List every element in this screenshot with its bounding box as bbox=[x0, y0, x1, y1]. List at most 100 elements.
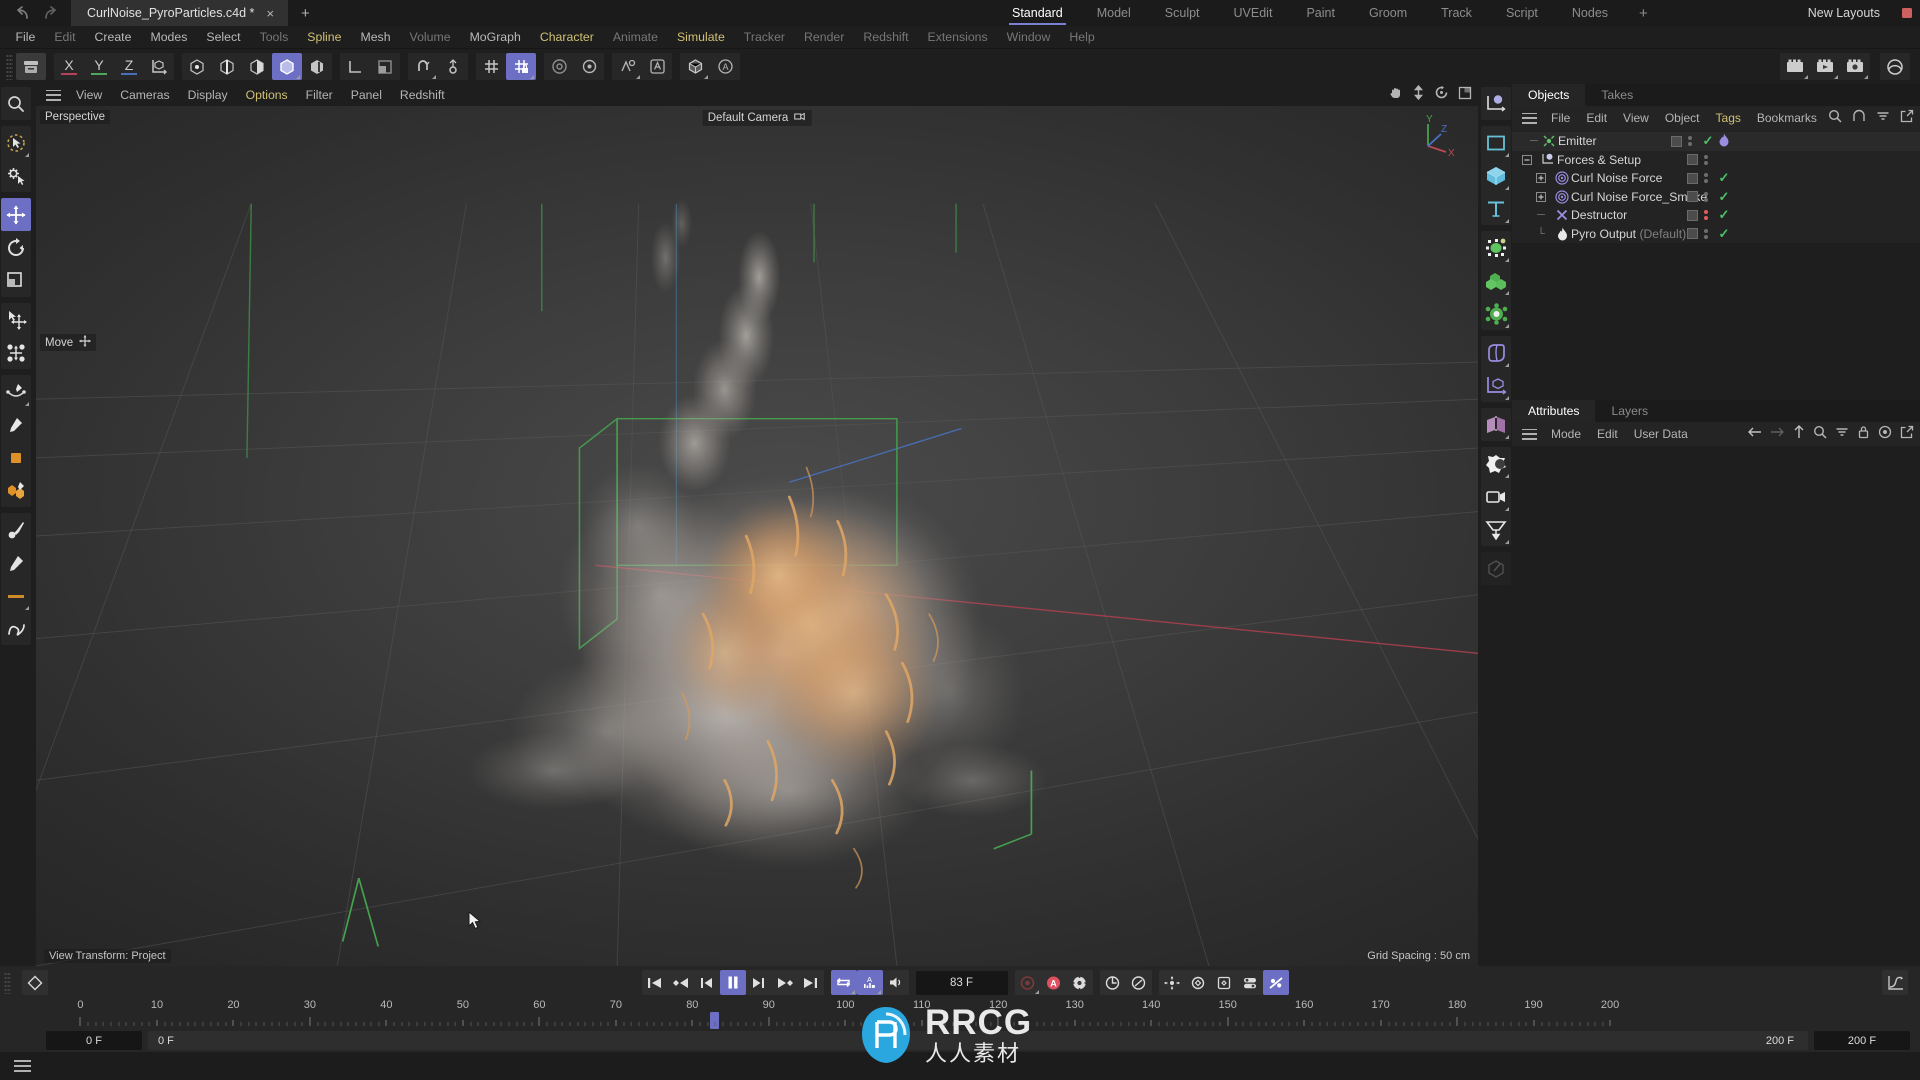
viewport-menu-panel[interactable]: Panel bbox=[342, 84, 391, 106]
scale-tool-icon[interactable] bbox=[1, 264, 31, 297]
visibility-dots-icon[interactable] bbox=[1704, 210, 1708, 221]
objects-hamburger-icon[interactable] bbox=[1522, 112, 1537, 124]
expander-plus-icon[interactable] bbox=[1534, 191, 1548, 202]
render-region-icon[interactable] bbox=[1810, 53, 1840, 80]
deformer-icon[interactable] bbox=[574, 53, 604, 80]
forward-arrow-icon[interactable] bbox=[1770, 425, 1785, 443]
edge-mode-icon[interactable] bbox=[212, 53, 242, 80]
keyframe-diamond-icon[interactable] bbox=[22, 970, 48, 995]
open-external-icon[interactable] bbox=[1900, 109, 1914, 128]
menu-tracker[interactable]: Tracker bbox=[734, 26, 794, 49]
world-coordinates-icon[interactable] bbox=[144, 53, 174, 80]
key-position-icon[interactable] bbox=[1100, 970, 1126, 995]
add-layout-button[interactable]: + bbox=[1625, 5, 1662, 22]
spline-pen-icon[interactable] bbox=[1, 375, 31, 408]
generator-icon[interactable] bbox=[1481, 297, 1511, 330]
visibility-dots-icon[interactable] bbox=[1704, 228, 1708, 239]
viewport-menu-redshift[interactable]: Redshift bbox=[391, 84, 454, 106]
visibility-tag-icon[interactable] bbox=[1687, 228, 1698, 240]
objects-menu-edit[interactable]: Edit bbox=[1578, 106, 1615, 130]
menu-mesh[interactable]: Mesh bbox=[351, 26, 400, 49]
close-icon[interactable]: × bbox=[264, 7, 276, 20]
objects-menu-view[interactable]: View bbox=[1615, 106, 1657, 130]
viewport-menu-options[interactable]: Options bbox=[237, 84, 297, 106]
up-arrow-icon[interactable] bbox=[1793, 424, 1805, 444]
layout-tab-nodes[interactable]: Nodes bbox=[1555, 2, 1625, 25]
rotate-view-icon[interactable] bbox=[1434, 85, 1449, 105]
volume-icon[interactable] bbox=[1481, 336, 1511, 369]
axis-lock-z-button[interactable]: Z bbox=[114, 53, 144, 80]
camera-icon[interactable] bbox=[1481, 480, 1511, 513]
menu-animate[interactable]: Animate bbox=[603, 26, 667, 49]
viewport-menu-cameras[interactable]: Cameras bbox=[111, 84, 178, 106]
range-start-field[interactable]: 0 F bbox=[46, 1031, 142, 1050]
new-document-button[interactable]: + bbox=[288, 0, 323, 26]
search-icon[interactable] bbox=[1813, 425, 1827, 444]
expander-minus-icon[interactable] bbox=[1520, 154, 1534, 165]
rectangle-fill-icon[interactable] bbox=[1, 441, 31, 474]
enable-check-icon[interactable]: ✓ bbox=[1716, 189, 1732, 205]
status-hamburger-icon[interactable] bbox=[14, 1060, 31, 1072]
attributes-menu-mode[interactable]: Mode bbox=[1543, 422, 1589, 446]
filter-icon[interactable] bbox=[1876, 109, 1890, 128]
new-layouts-button[interactable]: New Layouts bbox=[1794, 6, 1894, 20]
maximize-view-icon[interactable] bbox=[1458, 86, 1472, 105]
material-icon[interactable] bbox=[612, 53, 642, 80]
workplane-grid-icon[interactable] bbox=[476, 53, 506, 80]
toolbar-grip[interactable] bbox=[6, 53, 13, 80]
pause-icon[interactable] bbox=[719, 970, 746, 995]
window-menu-icon[interactable] bbox=[1894, 0, 1920, 26]
redo-icon[interactable] bbox=[42, 6, 59, 20]
menu-create[interactable]: Create bbox=[85, 26, 141, 49]
go-to-start-icon[interactable] bbox=[642, 970, 668, 995]
object-row-curl-noise-force[interactable]: Curl Noise Force ✓ bbox=[1512, 169, 1920, 188]
text-spline-icon[interactable] bbox=[1481, 192, 1511, 225]
pan-icon[interactable] bbox=[1388, 85, 1403, 105]
next-frame-icon[interactable] bbox=[746, 970, 772, 995]
menu-select[interactable]: Select bbox=[197, 26, 250, 49]
magnify-icon[interactable] bbox=[1, 87, 31, 120]
back-arrow-icon[interactable] bbox=[1747, 425, 1762, 443]
objects-menu-object[interactable]: Object bbox=[1657, 106, 1708, 130]
layout-tab-model[interactable]: Model bbox=[1080, 2, 1148, 25]
visibility-dots-icon[interactable] bbox=[1704, 191, 1708, 202]
attributes-menu-user-data[interactable]: User Data bbox=[1626, 422, 1696, 446]
visibility-dots-icon[interactable] bbox=[1704, 154, 1708, 165]
axis-lock-y-button[interactable]: Y bbox=[84, 53, 114, 80]
cloth-icon[interactable] bbox=[1481, 408, 1511, 441]
annotation-icon[interactable] bbox=[642, 53, 672, 80]
object-row-emitter[interactable]: ─ Emitter ✓ bbox=[1512, 132, 1920, 151]
layout-tab-uvedit[interactable]: UVEdit bbox=[1217, 2, 1290, 25]
polygon-pen-icon[interactable] bbox=[1, 474, 31, 507]
visibility-tag-icon[interactable] bbox=[1687, 172, 1698, 184]
camera-lock-icon[interactable] bbox=[793, 111, 806, 125]
loop-playback-icon[interactable] bbox=[830, 970, 857, 995]
open-external-icon[interactable] bbox=[1900, 425, 1914, 444]
tab-takes[interactable]: Takes bbox=[1585, 84, 1649, 106]
attributes-menu-edit[interactable]: Edit bbox=[1589, 422, 1626, 446]
visibility-tag-icon[interactable] bbox=[1687, 154, 1698, 166]
live-selection-icon[interactable] bbox=[1, 126, 31, 159]
asset-browser-icon[interactable] bbox=[1880, 53, 1910, 80]
speaker-icon[interactable] bbox=[883, 970, 909, 995]
visibility-tag-icon[interactable] bbox=[1671, 135, 1682, 147]
undo-icon[interactable] bbox=[14, 6, 31, 20]
render-view-icon[interactable] bbox=[1780, 53, 1810, 80]
visibility-dots-icon[interactable] bbox=[1688, 136, 1692, 147]
knife-icon[interactable] bbox=[1, 546, 31, 579]
keyframe-settings-icon[interactable] bbox=[1067, 970, 1093, 995]
menu-spline[interactable]: Spline bbox=[298, 26, 351, 49]
object-row-forces-setup[interactable]: Forces & Setup bbox=[1512, 151, 1920, 170]
cube-primitive-icon[interactable] bbox=[1481, 159, 1511, 192]
rotation-key-icon[interactable] bbox=[1185, 970, 1211, 995]
texture-mode-icon[interactable] bbox=[302, 53, 332, 80]
menu-window[interactable]: Window bbox=[997, 26, 1060, 49]
array-object-icon[interactable] bbox=[1481, 264, 1511, 297]
model-mode-icon[interactable] bbox=[272, 53, 302, 80]
enable-check-icon[interactable]: ✓ bbox=[1716, 207, 1732, 223]
menu-volume[interactable]: Volume bbox=[400, 26, 460, 49]
viewport-menu-display[interactable]: Display bbox=[179, 84, 237, 106]
point-mode-icon[interactable] bbox=[182, 53, 212, 80]
viewport-menu-view[interactable]: View bbox=[67, 84, 111, 106]
menu-render[interactable]: Render bbox=[795, 26, 854, 49]
